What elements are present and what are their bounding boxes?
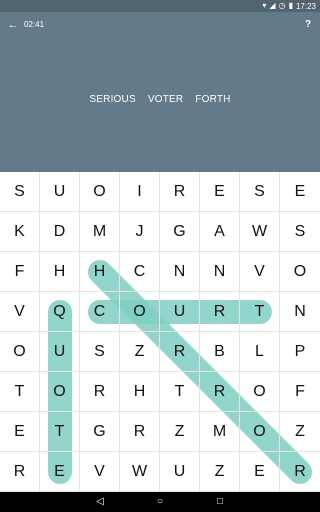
battery-icon: ▮ <box>288 1 293 10</box>
grid-cell[interactable]: S <box>240 172 280 212</box>
target-word: VOTER <box>147 94 184 105</box>
recents-square-icon[interactable]: □ <box>213 492 227 512</box>
grid-cell[interactable]: Z <box>200 452 240 492</box>
wifi-icon: ▾ <box>262 1 267 10</box>
grid-cell[interactable]: A <box>200 212 240 252</box>
grid-cell[interactable]: D <box>40 212 80 252</box>
grid-cell[interactable]: T <box>240 292 280 332</box>
grid-cell[interactable]: G <box>160 212 200 252</box>
grid-cell[interactable]: L <box>240 332 280 372</box>
target-word: SERIOUS <box>89 94 136 105</box>
back-arrow-icon[interactable]: ← <box>6 18 20 32</box>
grid-cell[interactable]: R <box>280 452 320 492</box>
grid-cell[interactable]: W <box>120 452 160 492</box>
timer: 02:41 <box>24 20 45 29</box>
grid-cell[interactable]: P <box>280 332 320 372</box>
grid-cell[interactable]: V <box>240 252 280 292</box>
grid-cell[interactable]: O <box>80 172 120 212</box>
grid-cell[interactable]: S <box>280 212 320 252</box>
status-time: 17:23 <box>295 1 316 11</box>
grid-cell[interactable]: K <box>0 212 40 252</box>
grid-cell[interactable]: E <box>200 172 240 212</box>
grid-cell[interactable]: O <box>40 372 80 412</box>
help-button[interactable]: ? <box>302 18 314 32</box>
grid-cell[interactable]: B <box>200 332 240 372</box>
grid-cell[interactable]: H <box>120 372 160 412</box>
android-nav-bar: ◁ ○ □ <box>0 492 320 512</box>
grid-cell[interactable]: S <box>80 332 120 372</box>
grid-cell[interactable]: U <box>40 172 80 212</box>
grid-cell[interactable]: O <box>240 412 280 452</box>
grid-cell[interactable]: R <box>120 412 160 452</box>
grid-cell[interactable]: Z <box>120 332 160 372</box>
back-triangle-icon[interactable]: ◁ <box>93 492 107 512</box>
grid-cell[interactable]: U <box>160 292 200 332</box>
grid-cell[interactable]: Z <box>280 412 320 452</box>
grid-cell[interactable]: T <box>160 372 200 412</box>
grid-cell[interactable]: H <box>80 252 120 292</box>
grid-cell[interactable]: W <box>240 212 280 252</box>
grid-cell[interactable]: T <box>0 372 40 412</box>
grid-cell[interactable]: R <box>200 372 240 412</box>
grid-cell[interactable]: O <box>0 332 40 372</box>
grid-cell[interactable]: R <box>0 452 40 492</box>
grid-cell[interactable]: F <box>0 252 40 292</box>
grid-cell[interactable]: O <box>240 372 280 412</box>
grid-cell[interactable]: F <box>280 372 320 412</box>
grid-cell[interactable]: M <box>80 212 120 252</box>
grid-cell[interactable]: E <box>240 452 280 492</box>
grid-cell[interactable]: S <box>0 172 40 212</box>
grid-cell[interactable]: C <box>80 292 120 332</box>
word-list: SERIOUS VOTER FORTH <box>0 94 320 105</box>
status-bar: ▾ ◢ ◷ ▮ 17:23 <box>0 0 320 12</box>
grid-cell[interactable]: R <box>80 372 120 412</box>
grid-cell[interactable]: E <box>40 452 80 492</box>
grid-cell[interactable]: V <box>80 452 120 492</box>
grid-cell[interactable]: T <box>40 412 80 452</box>
grid-cell[interactable]: J <box>120 212 160 252</box>
grid-cell[interactable]: N <box>280 292 320 332</box>
grid-cell[interactable]: R <box>160 332 200 372</box>
grid-cell[interactable]: R <box>160 172 200 212</box>
grid-cell[interactable]: E <box>280 172 320 212</box>
grid-cell[interactable]: C <box>120 252 160 292</box>
grid-cell[interactable]: G <box>80 412 120 452</box>
alarm-icon: ◷ <box>278 1 286 10</box>
letter-grid[interactable]: SUOIRESEKDMJGAWSFHHCNNVOVQCOURTNOUSZRBLP… <box>0 172 320 492</box>
grid-cell[interactable]: U <box>40 332 80 372</box>
home-circle-icon[interactable]: ○ <box>153 492 167 512</box>
grid-cell[interactable]: Q <box>40 292 80 332</box>
game-header: ← 02:41 ? SERIOUS VOTER FORTH <box>0 12 320 172</box>
grid-cell[interactable]: H <box>40 252 80 292</box>
signal-icon: ◢ <box>269 1 276 10</box>
letter-grid-area: SUOIRESEKDMJGAWSFHHCNNVOVQCOURTNOUSZRBLP… <box>0 172 320 492</box>
target-word: FORTH <box>195 94 231 105</box>
grid-cell[interactable]: O <box>280 252 320 292</box>
grid-cell[interactable]: M <box>200 412 240 452</box>
grid-cell[interactable]: I <box>120 172 160 212</box>
grid-cell[interactable]: N <box>160 252 200 292</box>
grid-cell[interactable]: V <box>0 292 40 332</box>
grid-cell[interactable]: U <box>160 452 200 492</box>
grid-cell[interactable]: N <box>200 252 240 292</box>
grid-cell[interactable]: R <box>200 292 240 332</box>
grid-cell[interactable]: O <box>120 292 160 332</box>
grid-cell[interactable]: E <box>0 412 40 452</box>
grid-cell[interactable]: Z <box>160 412 200 452</box>
